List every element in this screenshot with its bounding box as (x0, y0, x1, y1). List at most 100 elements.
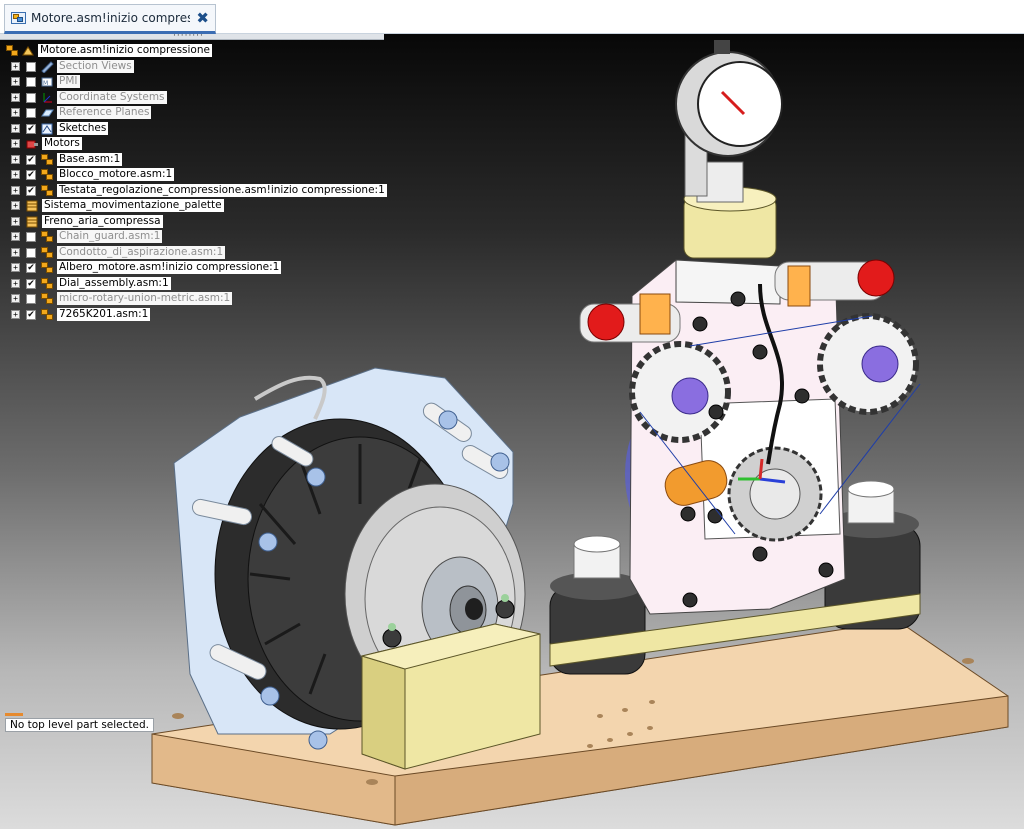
visibility-checkbox[interactable]: ✔ (26, 123, 36, 134)
status-message: No top level part selected. (5, 718, 154, 732)
expand-icon[interactable]: + (11, 247, 20, 257)
expand-icon[interactable]: + (11, 77, 20, 86)
section-views-icon (41, 60, 54, 74)
tree-item-label: Coordinate Systems (57, 90, 167, 104)
tree-item[interactable]: + ✔ Base.asm:1 (4, 152, 424, 168)
visibility-checkbox[interactable] (26, 77, 36, 87)
dial-assembly (675, 40, 783, 259)
visibility-checkbox[interactable] (26, 108, 36, 118)
tree-item-label: Sistema_movimentazione_palette (42, 199, 224, 212)
tree-item[interactable]: + Sistema_movimentazione_palette (4, 198, 424, 214)
visibility-checkbox[interactable]: ✔ (26, 309, 36, 320)
expand-icon[interactable]: + (11, 154, 20, 164)
visibility-checkbox[interactable]: ✔ (26, 170, 36, 180)
expand-icon[interactable]: + (11, 201, 20, 210)
tree-item[interactable]: + micro-rotary-union-metric.asm:1 (4, 291, 424, 307)
tree-item-label: Chain_guard.asm:1 (57, 230, 163, 243)
expand-icon[interactable]: + (11, 216, 20, 226)
expand-icon[interactable]: + (11, 139, 20, 148)
status-progress-bar (5, 713, 23, 716)
assembly-icon (6, 45, 19, 57)
panel-resize-grip[interactable]: ········ (0, 34, 384, 41)
pmi-icon: M (41, 76, 54, 88)
expand-icon[interactable]: + (11, 92, 20, 102)
expand-icon[interactable]: + (11, 309, 20, 319)
assembly-icon (41, 153, 54, 166)
tree-item[interactable]: + M PMI (4, 74, 424, 90)
tree-item[interactable]: + ✔ 7265K201.asm:1 (4, 307, 424, 323)
motors-icon (26, 138, 39, 150)
visibility-checkbox[interactable] (26, 247, 36, 258)
expand-icon[interactable]: + (11, 170, 20, 179)
tree-item-label: Testata_regolazione_compressione.asm!ini… (57, 183, 387, 197)
tree-item-label: Section Views (57, 59, 134, 73)
pathfinder-tree: Motore.asm!inizio compressione + Section … (4, 43, 424, 322)
expand-icon[interactable]: + (11, 185, 20, 195)
tree-item-label: micro-rotary-union-metric.asm:1 (57, 292, 233, 305)
coordinate-systems-icon (41, 92, 54, 104)
document-tab[interactable]: Motore.asm!inizio compres... ✖ (4, 4, 216, 34)
tree-item[interactable]: + ✔ Blocco_motore.asm:1 (4, 167, 424, 183)
svg-text:M: M (43, 80, 48, 87)
tree-item-label: Base.asm:1 (57, 152, 123, 166)
assembly-document-icon (11, 11, 26, 25)
close-tab-icon[interactable]: ✖ (196, 9, 209, 27)
expand-icon[interactable]: + (11, 294, 20, 303)
expand-icon[interactable]: + (11, 263, 20, 272)
visibility-checkbox[interactable]: ✔ (26, 185, 36, 196)
tree-item-label: Albero_motore.asm!inizio compressione:1 (57, 261, 282, 274)
document-tab-bar: Motore.asm!inizio compres... ✖ (0, 0, 1024, 34)
tree-item[interactable]: + Condotto_di_aspirazione.asm:1 (4, 245, 424, 261)
tree-item-label: PMI (57, 75, 80, 88)
tree-item[interactable]: + Motors (4, 136, 424, 152)
visibility-checkbox[interactable] (26, 232, 36, 242)
expand-icon[interactable]: + (11, 61, 20, 71)
tree-item[interactable]: + Reference Planes (4, 105, 424, 121)
tree-item-label: Reference Planes (57, 106, 152, 119)
tree-item[interactable]: + ✔ Dial_assembly.asm:1 (4, 276, 424, 292)
tree-item-label: 7265K201.asm:1 (57, 307, 151, 321)
sketches-icon (41, 123, 54, 135)
tree-item[interactable]: + Coordinate Systems (4, 90, 424, 106)
tree-root-label: Motore.asm!inizio compressione (38, 44, 212, 57)
document-tab-title: Motore.asm!inizio compres... (31, 11, 191, 25)
assembly-icon (41, 308, 54, 321)
tree-item[interactable]: + ✔ Sketches (4, 121, 424, 137)
tree-item[interactable]: + ✔ Albero_motore.asm!inizio compressione:… (4, 260, 424, 276)
group-icon (26, 216, 39, 228)
tree-item[interactable]: + Section Views (4, 59, 424, 75)
expand-icon[interactable]: + (11, 232, 20, 241)
assembly-icon (41, 169, 54, 181)
tree-item[interactable]: + Freno_aria_compressa (4, 214, 424, 230)
tree-root[interactable]: Motore.asm!inizio compressione (4, 43, 424, 59)
reference-planes-icon (41, 107, 54, 119)
tree-item-label: Freno_aria_compressa (42, 214, 163, 228)
assembly-icon (41, 184, 54, 197)
tree-item-label: Condotto_di_aspirazione.asm:1 (57, 245, 226, 259)
visibility-checkbox[interactable]: ✔ (26, 154, 36, 165)
tree-item-label: Dial_assembly.asm:1 (57, 276, 171, 290)
configuration-icon (22, 45, 35, 57)
assembly-icon (41, 231, 54, 243)
3d-viewport[interactable]: ········ Motore.asm!inizio compressione … (0, 34, 1024, 829)
assembly-icon (41, 246, 54, 259)
tree-item[interactable]: + Chain_guard.asm:1 (4, 229, 424, 245)
grip-dots: ········ (173, 34, 204, 41)
expand-icon[interactable]: + (11, 108, 20, 117)
visibility-checkbox[interactable] (26, 92, 36, 103)
visibility-checkbox[interactable]: ✔ (26, 278, 36, 289)
tree-item-label: Motors (42, 137, 82, 150)
tree-item-label: Sketches (57, 121, 109, 135)
assembly-icon (41, 277, 54, 290)
expand-icon[interactable]: + (11, 123, 20, 133)
assembly-icon (41, 293, 54, 305)
tree-item-label: Blocco_motore.asm:1 (57, 168, 175, 181)
visibility-checkbox[interactable]: ✔ (26, 263, 36, 273)
visibility-checkbox[interactable] (26, 61, 36, 72)
expand-icon[interactable]: + (11, 278, 20, 288)
tree-item[interactable]: + ✔ Testata_regolazione_compressione.asm!i… (4, 183, 424, 199)
assembly-icon (41, 262, 54, 274)
visibility-checkbox[interactable] (26, 294, 36, 304)
bottom-strip (0, 829, 1024, 833)
group-icon (26, 200, 39, 212)
